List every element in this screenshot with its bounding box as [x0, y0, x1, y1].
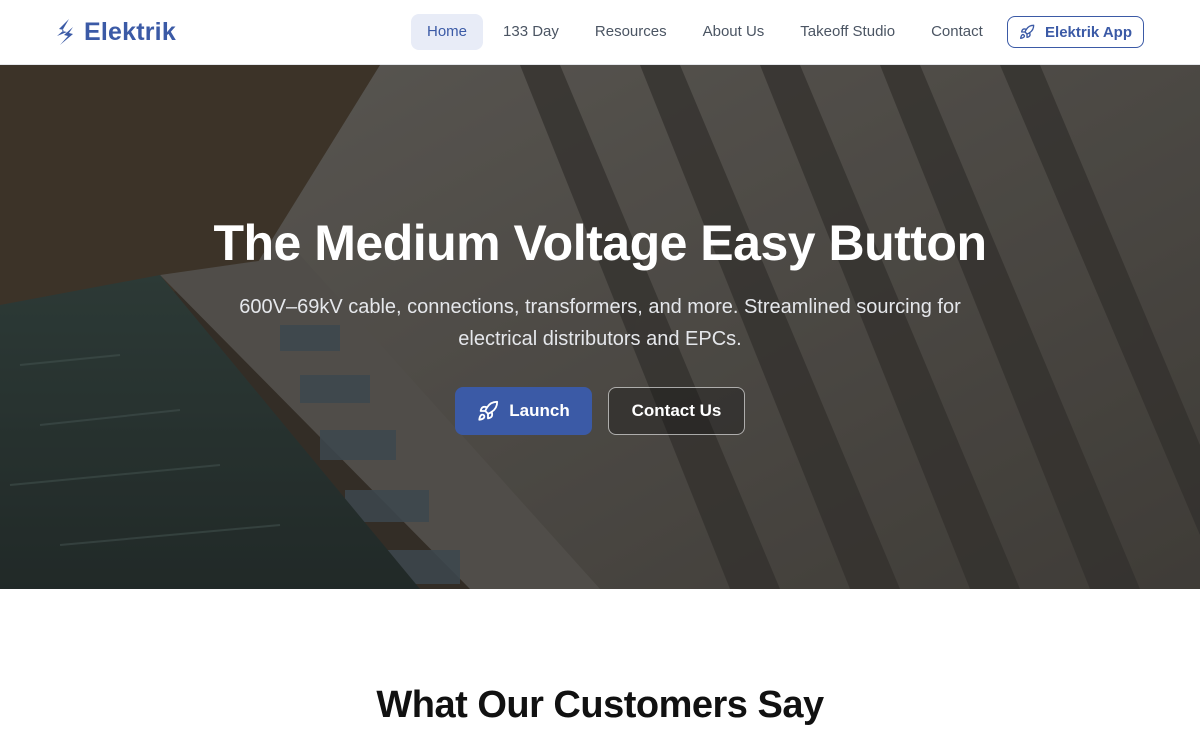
hero-title: The Medium Voltage Easy Button	[213, 215, 987, 271]
nav-link-about-us[interactable]: About Us	[687, 14, 781, 50]
nav-link-home[interactable]: Home	[411, 14, 484, 50]
launch-button-label: Launch	[509, 401, 570, 420]
top-navigation-bar: Elektrik Home 133 Day Resources About Us…	[0, 0, 1200, 65]
hero-section: The Medium Voltage Easy Button 600V–69kV…	[0, 65, 1200, 589]
brand-name: Elektrik	[84, 18, 176, 46]
nav-link-133-day[interactable]: 133 Day	[487, 14, 575, 50]
rocket-icon	[1019, 24, 1035, 40]
nav-link-takeoff-studio[interactable]: Takeoff Studio	[784, 14, 911, 50]
brand-logo[interactable]: Elektrik	[56, 18, 176, 46]
nav-link-resources[interactable]: Resources	[579, 14, 683, 50]
nav-link-contact[interactable]: Contact	[915, 14, 999, 50]
main-menu: Home 133 Day Resources About Us Takeoff …	[411, 14, 1003, 50]
testimonials-title: What Our Customers Say	[376, 684, 824, 726]
contact-us-button-label: Contact Us	[631, 401, 722, 420]
rocket-icon	[477, 400, 499, 422]
launch-button[interactable]: Launch	[455, 387, 592, 435]
contact-us-button[interactable]: Contact Us	[608, 387, 745, 435]
hero-button-group: Launch Contact Us	[455, 387, 745, 435]
lightning-bolt-icon	[56, 19, 76, 45]
elektrik-app-button[interactable]: Elektrik App	[1007, 16, 1144, 48]
hero-subtitle: 600V–69kV cable, connections, transforme…	[239, 296, 961, 350]
elektrik-app-button-label: Elektrik App	[1045, 23, 1132, 41]
